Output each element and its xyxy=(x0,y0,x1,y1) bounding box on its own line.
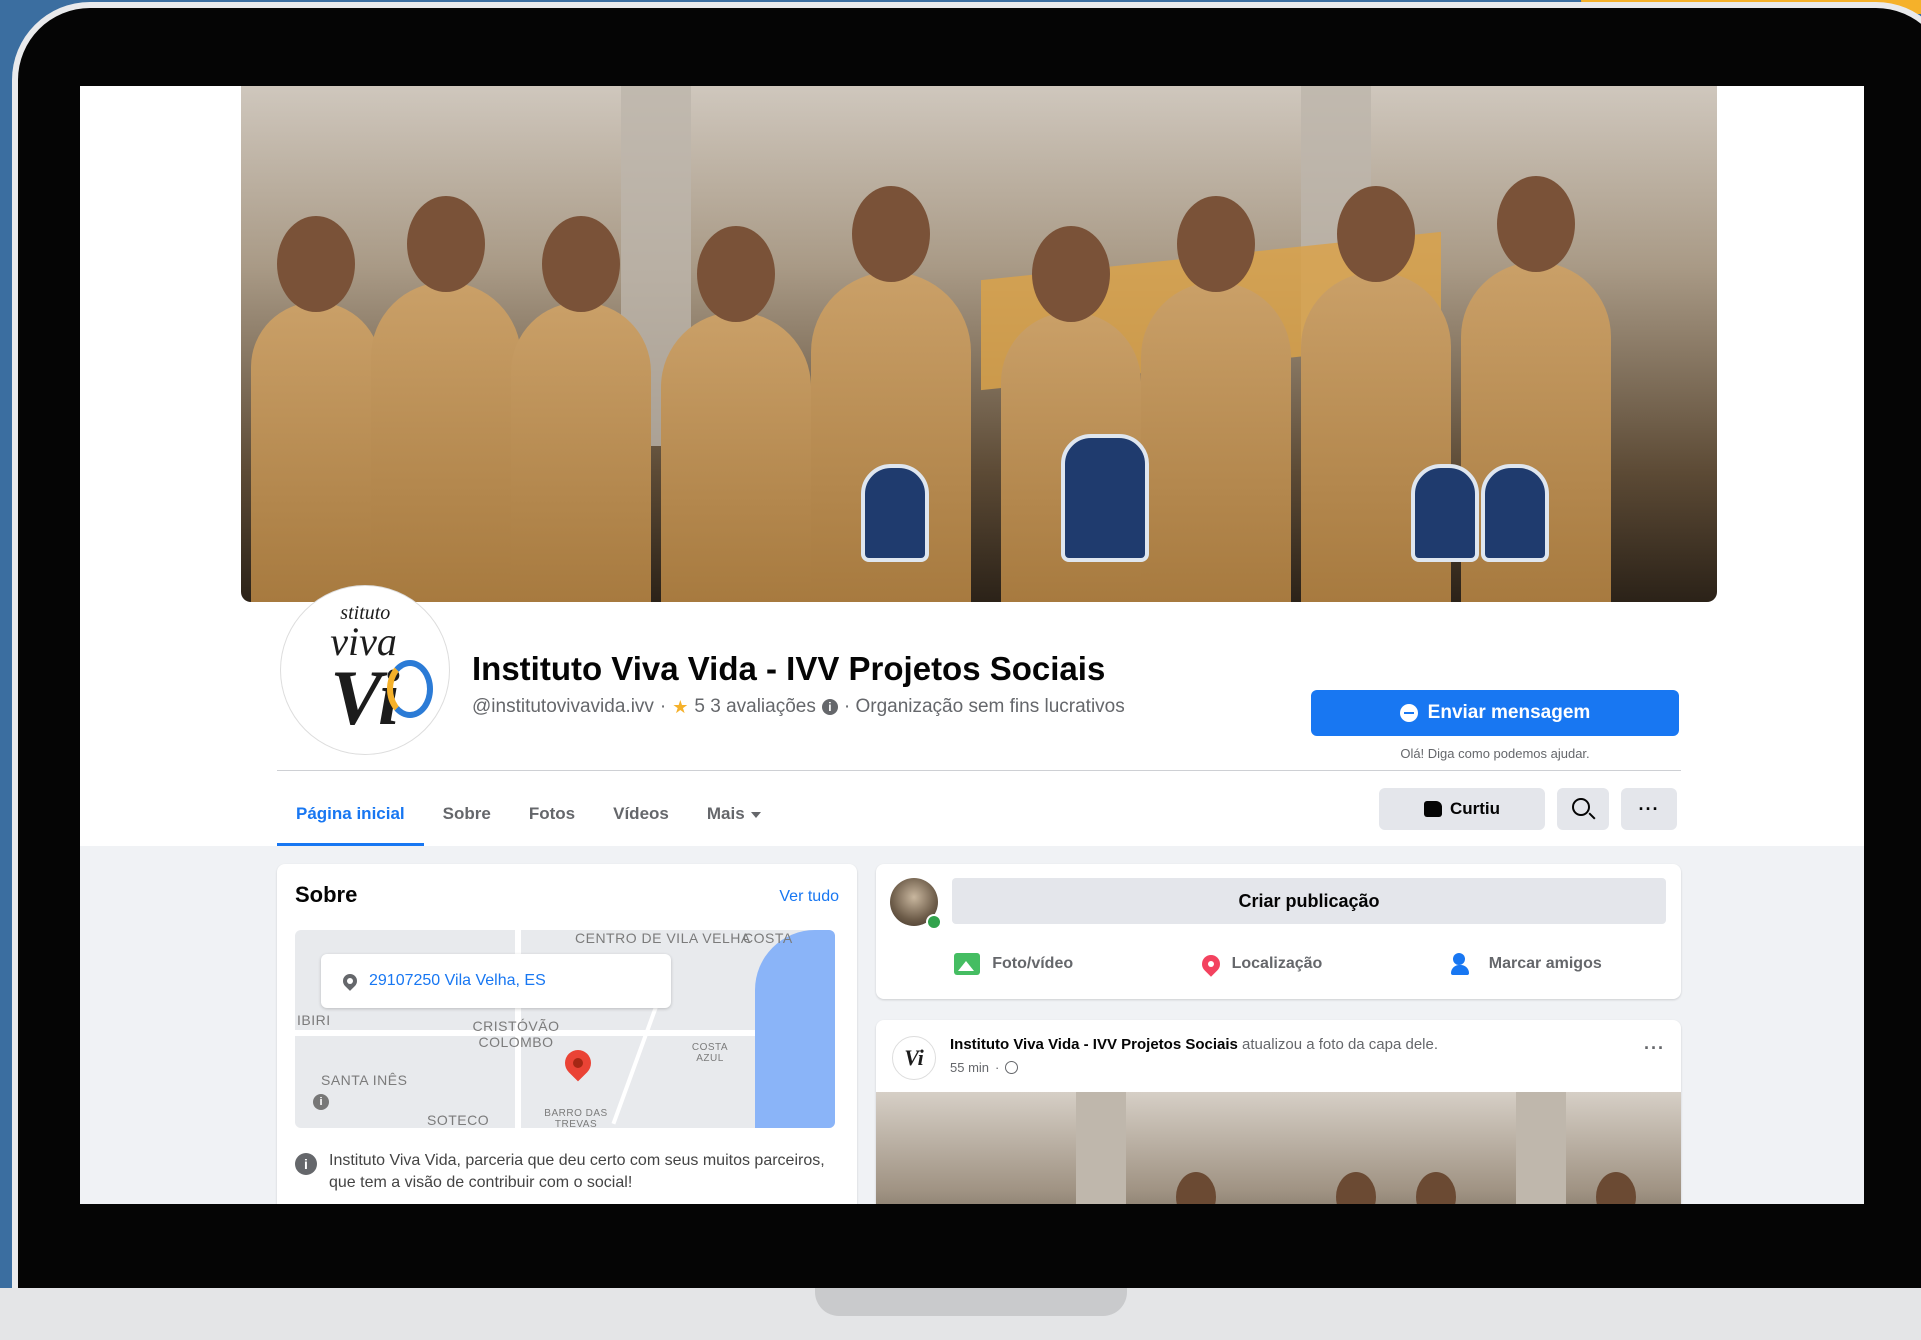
map-sea xyxy=(755,930,835,1128)
separator: · xyxy=(659,696,667,717)
post-action: atualizou a foto da capa dele. xyxy=(1242,1036,1439,1053)
page-subtitle: @institutovivavida.ivv · ★ 5 3 avaliaçõe… xyxy=(472,696,1125,718)
post-timestamp[interactable]: 55 min · xyxy=(950,1060,1019,1075)
search-icon xyxy=(1572,798,1590,816)
composer-actions: Foto/vídeo Localização Marcar amigos xyxy=(890,942,1666,986)
messenger-icon xyxy=(1399,704,1418,722)
tab-photos[interactable]: Fotos xyxy=(510,786,594,842)
thumbs-up-icon xyxy=(1423,801,1442,817)
tag-friends-button[interactable]: Marcar amigos xyxy=(1450,953,1602,975)
post-image-pillar xyxy=(1076,1092,1126,1204)
photo-icon xyxy=(954,953,981,975)
star-icon: ★ xyxy=(672,696,689,717)
map-road xyxy=(611,993,663,1125)
tab-more[interactable]: Mais xyxy=(688,786,780,842)
caret-down-icon xyxy=(750,811,761,818)
post-author-avatar[interactable]: Vi xyxy=(892,1036,936,1080)
see-all-link[interactable]: Ver tudo xyxy=(779,888,839,906)
cover-player xyxy=(371,196,521,602)
page-category: · Organização sem fins lucrativos xyxy=(843,696,1125,717)
browser-screen: stituto viva Vi Instituto Viva Vida - IV… xyxy=(80,86,1864,1204)
post-header: Instituto Viva Vida - IVV Projetos Socia… xyxy=(950,1036,1438,1053)
page-title: Instituto Viva Vida - IVV Projetos Socia… xyxy=(472,650,1106,687)
map-info-icon[interactable]: i xyxy=(313,1094,329,1110)
trophy xyxy=(1061,434,1149,562)
post-image-head xyxy=(1176,1172,1216,1204)
post-image-head xyxy=(1416,1172,1456,1204)
header-divider xyxy=(277,770,1681,771)
logo-swoosh-icon xyxy=(387,660,433,718)
online-status-icon xyxy=(926,914,942,930)
location-map[interactable]: CENTRO DE VILA VELHA COSTA IBIRI CRISTÓV… xyxy=(295,930,835,1128)
map-marker-icon xyxy=(559,1044,597,1082)
info-icon[interactable]: i xyxy=(821,699,838,715)
more-options-button[interactable]: ··· xyxy=(1621,788,1677,830)
post-more-button[interactable]: ··· xyxy=(1644,1038,1665,1059)
send-message-hint: Olá! Diga como podemos ajudar. xyxy=(1400,746,1590,761)
globe-icon xyxy=(1005,1061,1019,1074)
avatar-logo: stituto viva Vi xyxy=(330,602,400,742)
tab-about[interactable]: Sobre xyxy=(424,786,510,842)
post-image-pillar xyxy=(1516,1092,1566,1204)
page-avatar[interactable]: stituto viva Vi xyxy=(281,586,449,754)
tab-videos[interactable]: Vídeos xyxy=(594,786,688,842)
post-composer: Criar publicação Foto/vídeo Localização … xyxy=(876,864,1681,999)
laptop-notch xyxy=(815,1288,1127,1316)
about-card: Sobre Ver tudo CENTRO DE VILA VELHA COST… xyxy=(277,864,857,1204)
post-image[interactable] xyxy=(876,1092,1681,1204)
map-address[interactable]: 29107250 Vila Velha, ES xyxy=(321,954,671,1008)
cover-player xyxy=(251,216,381,602)
location-button[interactable]: Localização xyxy=(1197,951,1322,977)
tag-friends-icon xyxy=(1450,953,1477,975)
page-tabs: Página inicial Sobre Fotos Vídeos Mais xyxy=(277,786,780,846)
photo-video-button[interactable]: Foto/vídeo xyxy=(954,953,1073,975)
trophy xyxy=(861,464,929,562)
send-message-button[interactable]: Enviar mensagem xyxy=(1311,690,1679,736)
trophy xyxy=(1411,464,1479,562)
location-pin-icon xyxy=(1197,951,1224,977)
cover-photo[interactable] xyxy=(241,86,1717,602)
post-image-head xyxy=(1336,1172,1376,1204)
about-title: Sobre xyxy=(295,882,358,907)
cover-player xyxy=(511,216,651,602)
location-pin-icon xyxy=(340,971,360,991)
create-post-input[interactable]: Criar publicação xyxy=(952,878,1666,924)
tab-home[interactable]: Página inicial xyxy=(277,786,424,846)
about-description: i Instituto Viva Vida, parceria que deu … xyxy=(295,1150,835,1194)
liked-button[interactable]: Curtiu xyxy=(1379,788,1545,830)
rating-text[interactable]: 5 3 avaliações xyxy=(694,696,815,718)
search-button[interactable] xyxy=(1557,788,1609,830)
trophy xyxy=(1481,464,1549,562)
cover-player xyxy=(1141,196,1291,602)
post-author[interactable]: Instituto Viva Vida - IVV Projetos Socia… xyxy=(950,1036,1238,1053)
page-handle: @institutovivavida.ivv xyxy=(472,696,654,717)
info-icon: i xyxy=(295,1153,317,1175)
post-image-head xyxy=(1596,1172,1636,1204)
cover-player xyxy=(661,226,811,602)
feed-post: Vi Instituto Viva Vida - IVV Projetos So… xyxy=(876,1020,1681,1204)
